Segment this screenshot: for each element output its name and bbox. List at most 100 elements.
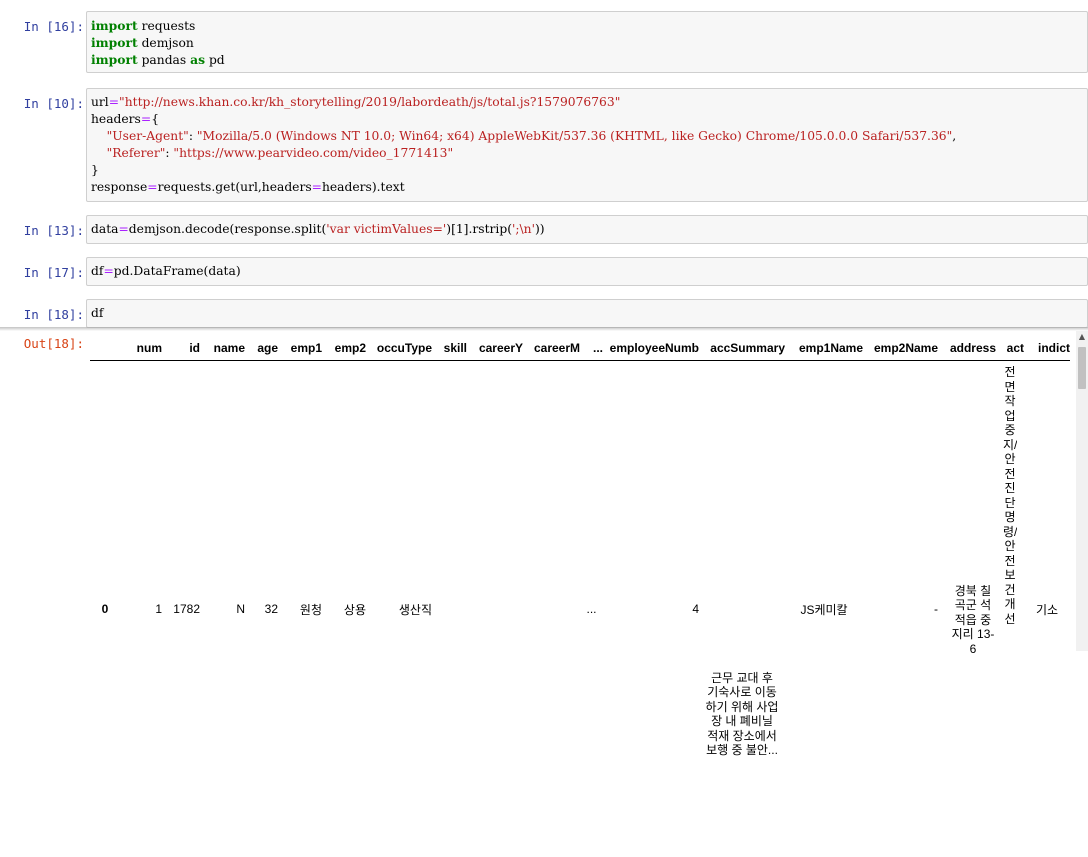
code-token: pd (205, 53, 225, 67)
code-token: )[1].rstrip( (446, 222, 512, 236)
code-cell-3[interactable]: In [13]: data=demjson.decode(response.sp… (0, 215, 1088, 244)
cell-ellipsis: ... (580, 361, 603, 857)
cell-employeenumb: 4 (603, 361, 699, 857)
row-index: 0 (90, 361, 120, 857)
scroll-up-arrow-icon[interactable]: ▲ (1076, 331, 1088, 343)
column-header: emp2Name (863, 336, 938, 361)
column-header: age (245, 336, 278, 361)
cell-id: 1782 (162, 361, 200, 857)
input-prompt: In [10]: (0, 96, 84, 111)
code-token: = (141, 112, 151, 126)
cell-address: 경북 칠곡군 석적읍 중지리 13-6 (938, 361, 996, 857)
cell-name: N (200, 361, 245, 857)
code-cell-4[interactable]: In [17]: df=pd.DataFrame(data) (0, 257, 1088, 286)
code-token: = (147, 180, 157, 194)
code-token: "Mozilla/5.0 (Windows NT 10.0; Win64; x6… (197, 129, 952, 143)
cell-skill (432, 361, 467, 857)
column-header: num (120, 336, 162, 361)
code-token: = (118, 222, 128, 236)
code-token: : (189, 129, 197, 143)
code-token: import (91, 35, 138, 50)
code-token: as (190, 52, 205, 67)
cell-emp2: 상용 (322, 361, 366, 857)
code-line: "User-Agent": "Mozilla/5.0 (Windows NT 1… (91, 128, 1083, 145)
code-token: demjson (138, 36, 194, 50)
column-header: address (938, 336, 996, 361)
column-header (90, 336, 120, 361)
code-token (91, 146, 107, 160)
cell-num: 1 (120, 361, 162, 857)
code-token: "User-Agent" (107, 129, 189, 143)
code-token: } (91, 163, 99, 177)
code-token: response (91, 180, 147, 194)
code-token: headers (91, 112, 141, 126)
code-token: ';\n' (512, 222, 535, 236)
code-line: data=demjson.decode(response.split('var … (91, 221, 1083, 238)
column-header: ... (580, 336, 603, 361)
dataframe-table: num id name age emp1 emp2 occuType skill… (90, 336, 1070, 857)
column-header: careerM (523, 336, 580, 361)
cell-indict: 기소 (1024, 361, 1070, 857)
output-scroll-shadow (0, 327, 1088, 331)
code-token: "Referer" (107, 146, 166, 160)
output-scrollbar[interactable]: ▲ (1076, 331, 1088, 651)
code-token: headers).text (322, 180, 405, 194)
code-token: "http://news.khan.co.kr/kh_storytelling/… (119, 95, 620, 109)
column-header: employeeNumb (603, 336, 699, 361)
code-cell-5[interactable]: In [18]: df (0, 299, 1088, 328)
scroll-thumb[interactable] (1078, 347, 1086, 389)
code-token: = (312, 180, 322, 194)
column-header: emp1 (278, 336, 322, 361)
code-cell-2[interactable]: In [10]: url="http://news.khan.co.kr/kh_… (0, 88, 1088, 202)
code-line: "Referer": "https://www.pearvideo.com/vi… (91, 145, 1083, 162)
column-header: skill (432, 336, 467, 361)
code-line: url="http://news.khan.co.kr/kh_storytell… (91, 94, 1083, 111)
code-token: requests (138, 19, 196, 33)
code-token: url (91, 95, 109, 109)
code-token: import (91, 18, 138, 33)
accsummary-text: 근무 교대 후 기숙사로 이동하기 위해 사업장 내 폐비닐 적재 장소에서 보… (705, 671, 779, 758)
code-token: pandas (138, 53, 190, 67)
column-header: name (200, 336, 245, 361)
column-header: occuType (366, 336, 432, 361)
code-token: df (91, 264, 103, 278)
code-line: import pandas as pd (91, 51, 1083, 68)
code-line: import demjson (91, 34, 1083, 51)
input-prompt: In [17]: (0, 265, 84, 280)
act-text: 전면작업중지/안전진단명령/안전보건개선 (1003, 365, 1017, 645)
column-header: indict (1024, 336, 1070, 361)
code-editor[interactable]: import requestsimport demjsonimport pand… (86, 11, 1088, 73)
output-prompt: Out[18]: (0, 336, 84, 351)
code-token: 'var victimValues=' (326, 222, 446, 236)
code-token: = (109, 95, 119, 109)
code-token: = (103, 264, 113, 278)
code-editor[interactable]: data=demjson.decode(response.split('var … (86, 215, 1088, 244)
code-token: import (91, 52, 138, 67)
code-cell-1[interactable]: In [16]: import requestsimport demjsonim… (0, 11, 1088, 73)
code-line: headers={ (91, 111, 1083, 128)
column-header: emp1Name (785, 336, 863, 361)
code-editor[interactable]: df (86, 299, 1088, 328)
code-line: } (91, 162, 1083, 179)
cell-emp1: 원청 (278, 361, 322, 857)
code-line: response=requests.get(url,headers=header… (91, 179, 1083, 196)
cell-act: 전면작업중지/안전진단명령/안전보건개선 (996, 361, 1024, 857)
code-token: data (91, 222, 118, 236)
code-token: { (151, 112, 159, 126)
column-header: id (162, 336, 200, 361)
code-token: pd.DataFrame(data) (114, 264, 241, 278)
code-token: , (952, 129, 956, 143)
column-header: act (996, 336, 1024, 361)
input-prompt: In [13]: (0, 223, 84, 238)
code-token: demjson.decode(response.split( (129, 222, 327, 236)
code-editor[interactable]: df=pd.DataFrame(data) (86, 257, 1088, 286)
cell-careerm (523, 361, 580, 857)
column-header: emp2 (322, 336, 366, 361)
column-header: accSummary (699, 336, 785, 361)
table-row: 0 1 1782 N 32 원청 상용 생산직 ... 4 근무 교대 후 기숙… (90, 361, 1070, 857)
code-token: )) (535, 222, 545, 236)
code-token: df (91, 306, 103, 320)
cell-occutype: 생산직 (366, 361, 432, 857)
cell-emp2name: - (863, 361, 938, 857)
code-editor[interactable]: url="http://news.khan.co.kr/kh_storytell… (86, 88, 1088, 202)
